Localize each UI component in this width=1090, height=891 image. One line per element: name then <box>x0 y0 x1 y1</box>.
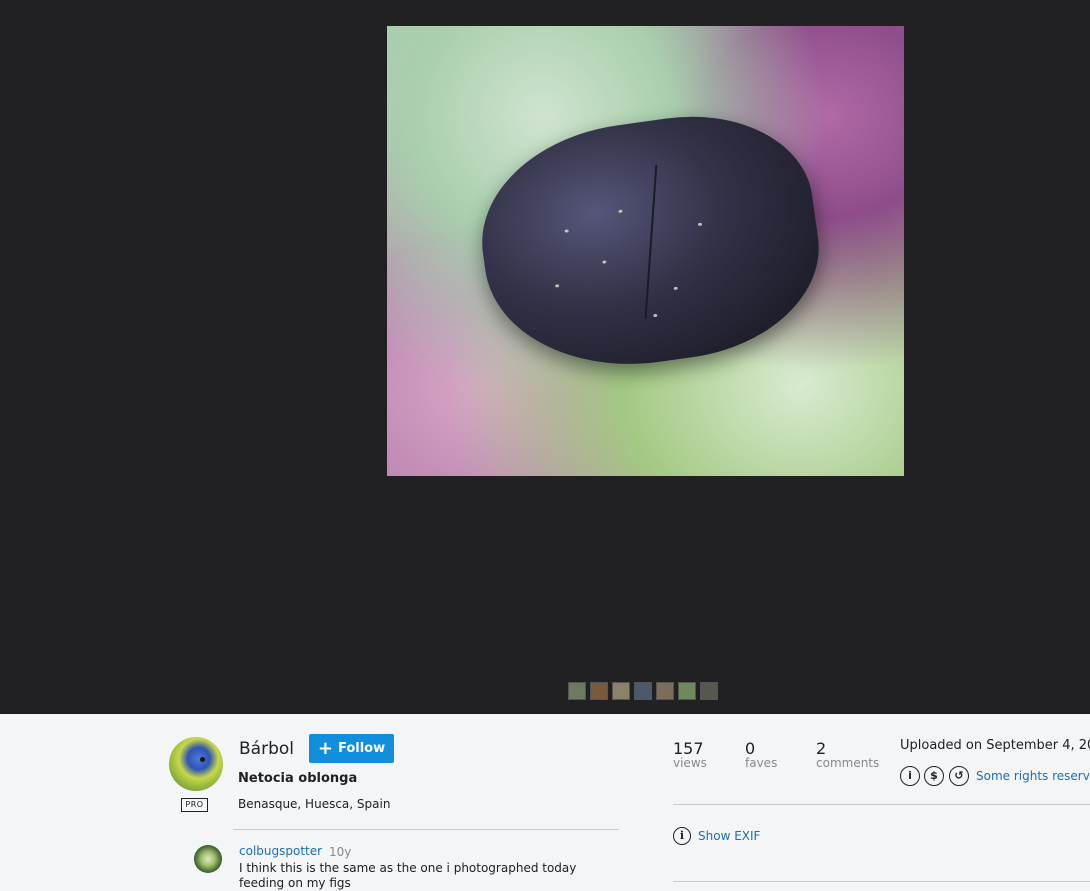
upload-date: Uploaded on September 4, 20 <box>900 738 1090 753</box>
stats-divider <box>673 804 1090 805</box>
faves-stat: 0 faves <box>745 739 777 770</box>
photostream-thumbnail[interactable] <box>678 682 696 700</box>
beetle-speckle <box>673 286 678 291</box>
photostream-thumbnail[interactable] <box>568 682 586 700</box>
views-label: views <box>673 756 707 770</box>
main-photo[interactable] <box>387 26 904 476</box>
commenter-avatar[interactable] <box>194 845 222 873</box>
photostream-thumbnail[interactable] <box>590 682 608 700</box>
photo-title: Netocia oblonga <box>238 771 358 786</box>
cc-sharealike-icon[interactable]: ↺ <box>949 766 969 786</box>
beetle-speckle <box>618 209 623 214</box>
beetle-speckle <box>602 260 607 264</box>
pro-badge: PRO <box>181 798 208 812</box>
photostream-thumbnail[interactable] <box>634 682 652 700</box>
beetle-speckle <box>554 283 560 288</box>
photostream-thumbnails <box>568 682 718 700</box>
plus-icon: + <box>317 737 333 759</box>
info-icon[interactable]: i <box>673 827 691 845</box>
photostream-thumbnail[interactable] <box>612 682 630 700</box>
commenter-name-link[interactable]: colbugspotter <box>239 844 322 858</box>
photostream-thumbnail[interactable] <box>656 682 674 700</box>
beetle-speckle <box>697 222 703 227</box>
comments-divider <box>233 829 619 830</box>
show-exif-link[interactable]: Show EXIF <box>698 829 760 843</box>
beetle-speckle <box>563 229 569 233</box>
beetle-elytra-seam <box>644 165 658 319</box>
beetle-speckle <box>653 313 658 318</box>
comments-label: comments <box>816 756 880 770</box>
follow-button[interactable]: + Follow <box>309 734 394 763</box>
avatar-bird-eye <box>200 757 205 762</box>
cc-noncommercial-icon[interactable]: $ <box>924 766 944 786</box>
owner-name-link[interactable]: Bárbol <box>239 739 294 759</box>
cc-attribution-icon[interactable]: i <box>900 766 920 786</box>
beetle-shape <box>467 99 833 385</box>
rights-link[interactable]: Some rights reserved <box>976 769 1090 783</box>
follow-label: Follow <box>337 741 386 756</box>
comment-timestamp[interactable]: 10y <box>329 845 351 859</box>
owner-avatar[interactable] <box>169 737 223 791</box>
exif-divider <box>673 881 1090 882</box>
comment-text: I think this is the same as the one i ph… <box>239 861 577 890</box>
views-stat: 157 views <box>673 739 707 770</box>
comments-stat: 2 comments <box>816 739 879 770</box>
photo-location[interactable]: Benasque, Huesca, Spain <box>238 797 390 811</box>
faves-label: faves <box>745 756 778 770</box>
photostream-thumbnail[interactable] <box>700 682 718 700</box>
photo-viewer <box>0 0 1090 714</box>
